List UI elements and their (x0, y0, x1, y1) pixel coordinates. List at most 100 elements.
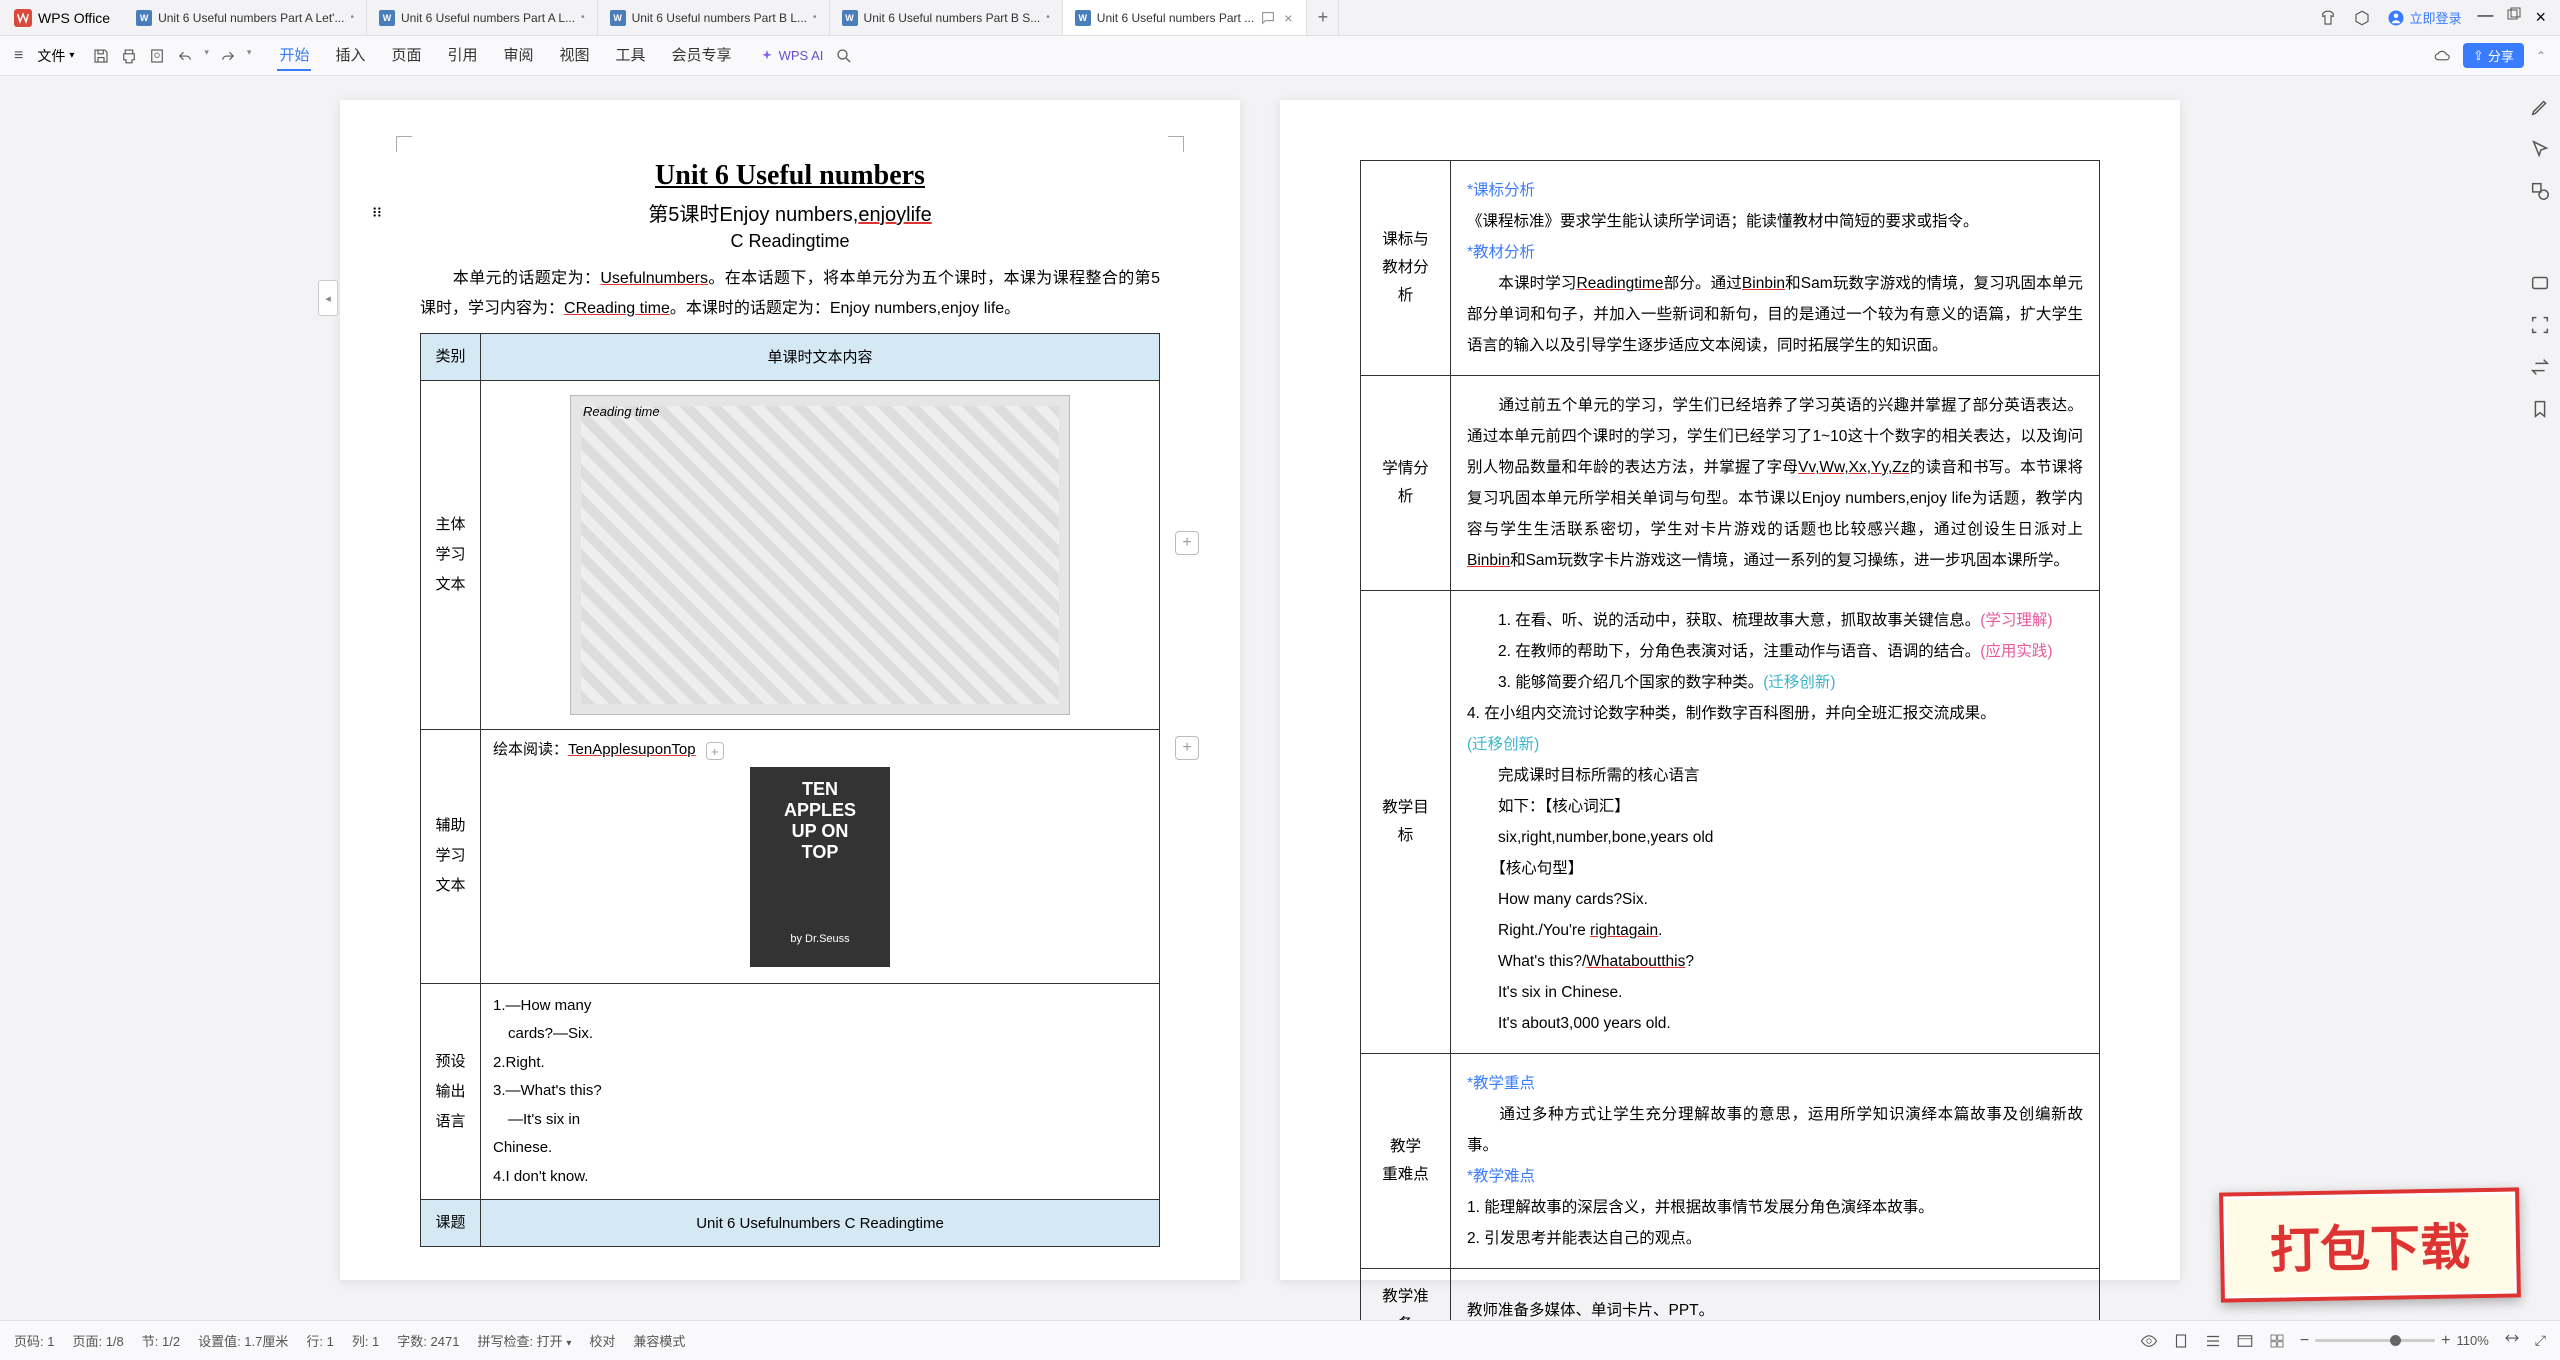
doc-icon: W (379, 10, 395, 26)
view-page-icon[interactable] (2172, 1332, 2190, 1350)
expand-icon[interactable]: ⤢ (2535, 1332, 2546, 1349)
status-row: 行: 1 (306, 1331, 333, 1350)
view-eye-icon[interactable] (2140, 1332, 2158, 1350)
tab-4[interactable]: WUnit 6 Useful numbers Part ... × (1063, 0, 1308, 35)
zoom-value[interactable]: 110% (2457, 1333, 2489, 1348)
undo-dropdown[interactable]: ▾ (204, 47, 209, 65)
insert-button[interactable]: + (706, 742, 724, 760)
ribbon-tab-view[interactable]: 视图 (558, 40, 592, 71)
ribbon-tab-insert[interactable]: 插入 (333, 40, 367, 71)
select-icon[interactable] (2529, 138, 2551, 160)
status-position: 设置值: 1.7厘米 (198, 1331, 288, 1350)
ribbon-tab-start[interactable]: 开始 (277, 40, 311, 71)
search-icon[interactable] (835, 47, 853, 65)
status-word-count[interactable]: 字数: 2471 (397, 1331, 459, 1350)
new-tab-button[interactable]: + (1307, 0, 1339, 35)
download-badge[interactable]: 打包下载 (2219, 1187, 2521, 1302)
titlebar-right: 立即登录 — × (2319, 7, 2560, 28)
tab-dirty-dot: • (350, 12, 354, 23)
status-compat: 兼容模式 (633, 1331, 685, 1350)
r3-content: 1. 在看、听、说的活动中，获取、梳理故事大意，抓取故事关键信息。(学习理解) … (1451, 591, 2100, 1054)
ai-sparkle-icon (760, 49, 774, 63)
zoom-in-button[interactable]: + (2441, 1332, 2450, 1350)
outline-toggle[interactable]: ◂ (318, 280, 338, 316)
cloud-icon[interactable] (2433, 47, 2451, 65)
hamburger-icon[interactable]: ≡ (14, 47, 23, 65)
ribbon-tab-review[interactable]: 审阅 (502, 40, 536, 71)
r3-label: 教学目标 (1361, 591, 1451, 1054)
page-2: 课标与 教材分析 *课标分析 《课程标准》要求学生能认读所学词语；能读懂教材中简… (1280, 100, 2180, 1280)
card-icon[interactable] (2529, 272, 2551, 294)
bookmark-icon[interactable] (2529, 398, 2551, 420)
page-1: ◂ Unit 6 Useful numbers 第5课时Enjoy number… (340, 100, 1240, 1280)
content-table: 类别单课时文本内容 主体 学习 文本 Reading time + 辅助 学习 … (420, 333, 1160, 1248)
row-aux-text-label: 辅助 学习 文本 (421, 729, 481, 983)
shape-icon[interactable] (2529, 180, 2551, 202)
share-button[interactable]: ⇪分享 (2463, 43, 2524, 68)
r1-label: 课标与 教材分析 (1361, 161, 1451, 376)
tab-0[interactable]: WUnit 6 Useful numbers Part A Let'...• (124, 0, 367, 35)
add-comment-button[interactable]: + (1175, 736, 1199, 760)
tab-3[interactable]: WUnit 6 Useful numbers Part B S...• (830, 0, 1063, 35)
r4-label: 教学 重难点 (1361, 1054, 1451, 1269)
login-button[interactable]: 立即登录 (2387, 8, 2461, 27)
doc-icon: W (136, 10, 152, 26)
status-spellcheck[interactable]: 拼写检查: 打开 ▾ (477, 1331, 571, 1350)
view-web-icon[interactable] (2236, 1332, 2254, 1350)
doc-icon: W (842, 10, 858, 26)
scan-icon[interactable] (2529, 314, 2551, 336)
ribbon-collapse-icon[interactable]: ⌃ (2536, 49, 2546, 63)
status-proof[interactable]: 校对 (589, 1331, 615, 1350)
ribbon-tab-tools[interactable]: 工具 (614, 40, 648, 71)
doc-section: C Readingtime (420, 231, 1160, 252)
ribbon-tab-member[interactable]: 会员专享 (670, 40, 734, 71)
doc-icon: W (1075, 10, 1091, 26)
edit-icon[interactable] (2529, 96, 2551, 118)
tab-dirty-dot: • (1046, 12, 1050, 23)
redo-icon[interactable] (219, 47, 237, 65)
close-icon[interactable]: × (1282, 10, 1294, 26)
ribbon-tab-reference[interactable]: 引用 (445, 40, 479, 71)
doc-subtitle: 第5课时Enjoy numbers,enjoylife (420, 198, 1160, 227)
fit-width-icon[interactable] (2503, 1332, 2521, 1350)
status-col: 列: 1 (352, 1331, 379, 1350)
book-cover: TEN APPLES UP ON TOP by Dr.Seuss (750, 767, 890, 967)
add-comment-button[interactable]: + (1175, 531, 1199, 555)
transfer-icon[interactable] (2529, 356, 2551, 378)
row-topic: Unit 6 Usefulnumbers C Readingtime (481, 1200, 1160, 1247)
save-icon[interactable] (92, 47, 110, 65)
zoom-slider[interactable] (2315, 1339, 2435, 1342)
zoom-out-button[interactable]: − (2300, 1332, 2309, 1350)
row-output: 1.—How many cards?—Six. 2.Right. 3.—What… (481, 983, 1160, 1200)
textbook-illustration: Reading time (570, 395, 1070, 715)
tab-2[interactable]: WUnit 6 Useful numbers Part B L...• (598, 0, 830, 35)
skin-icon[interactable] (2319, 9, 2337, 27)
close-window-icon[interactable]: × (2535, 7, 2546, 28)
file-menu[interactable]: 文件 ▾ (29, 42, 82, 70)
hexagon-icon[interactable] (2353, 9, 2371, 27)
print-preview-icon[interactable] (148, 47, 166, 65)
app-name: WPS Office (38, 10, 110, 26)
row-topic-label: 课题 (421, 1200, 481, 1247)
maximize-icon[interactable] (2507, 7, 2521, 28)
undo-icon[interactable] (176, 47, 194, 65)
status-page-no[interactable]: 页码: 1 (14, 1331, 54, 1350)
app-logo: WPS Office (0, 9, 124, 27)
redo-dropdown[interactable]: ▾ (247, 47, 252, 65)
document-canvas[interactable]: ◂ Unit 6 Useful numbers 第5课时Enjoy number… (0, 76, 2520, 1320)
title-bar: WPS Office WUnit 6 Useful numbers Part A… (0, 0, 2560, 36)
view-grid-icon[interactable] (2268, 1332, 2286, 1350)
status-bar: 页码: 1 页面: 1/8 节: 1/2 设置值: 1.7厘米 行: 1 列: … (0, 1320, 2560, 1360)
status-page-count[interactable]: 页面: 1/8 (72, 1331, 123, 1350)
minimize-icon[interactable]: — (2477, 7, 2493, 28)
print-icon[interactable] (120, 47, 138, 65)
tab-1[interactable]: WUnit 6 Useful numbers Part A L...• (367, 0, 598, 35)
ribbon-tab-page[interactable]: 页面 (389, 40, 423, 71)
r2-label: 学情分析 (1361, 376, 1451, 591)
view-outline-icon[interactable] (2204, 1332, 2222, 1350)
drag-handle-icon[interactable] (370, 205, 384, 219)
r5-content: 教师准备多媒体、单词卡片、PPT。 (1451, 1269, 2100, 1321)
wps-ai-button[interactable]: WPS AI (760, 48, 824, 63)
feedback-icon[interactable] (1260, 10, 1276, 26)
window-controls: — × (2477, 7, 2546, 28)
